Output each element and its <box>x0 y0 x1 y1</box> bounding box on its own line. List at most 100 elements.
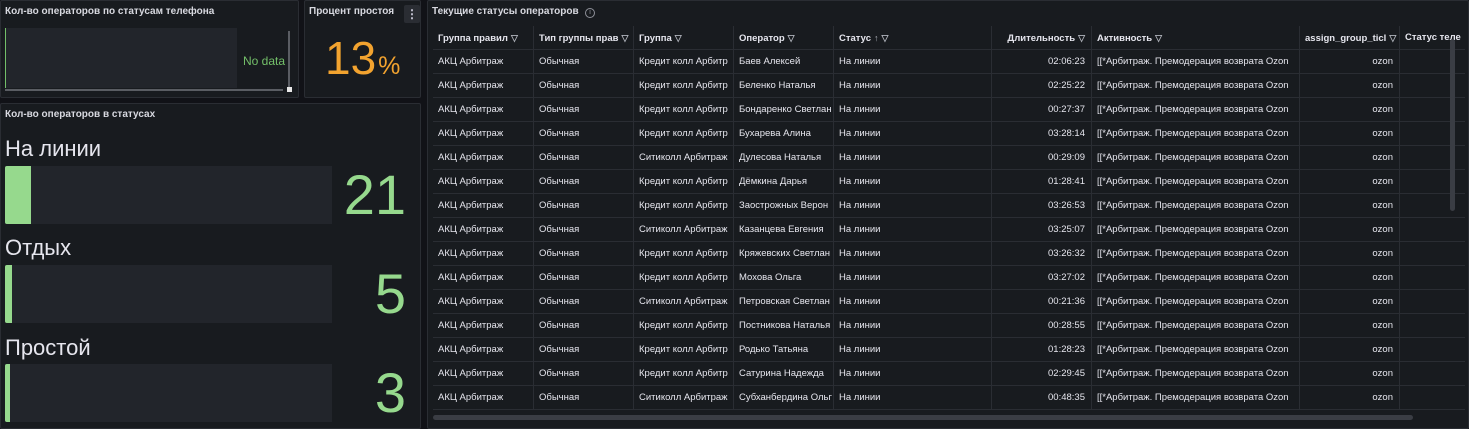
status-count-idle: 3 <box>374 361 406 424</box>
table-cell: Обычная <box>533 242 633 266</box>
table-cell: Обычная <box>533 146 633 170</box>
table-row[interactable]: АКЦ Арбитраж Обычная Ситиколл Арбитраж Петр… <box>433 290 1465 314</box>
column-header-label: Активность <box>1097 33 1153 44</box>
table-cell: АКЦ Арбитраж <box>438 176 504 187</box>
bar-fill <box>5 166 32 224</box>
column-header[interactable]: assign_group_ticl ▽ <box>1299 26 1399 50</box>
table-cell: 02:25:22 <box>991 74 1091 98</box>
table-row[interactable]: АКЦ Арбитраж Обычная Кредит колл Арбитр Кря… <box>433 242 1465 266</box>
table-cell: Обычная <box>533 194 633 218</box>
table-cell: Обычная <box>533 98 633 122</box>
table-cell: Обычная <box>533 122 633 146</box>
table-cell: АКЦ Арбитраж <box>438 392 504 403</box>
table-cell: Кредит колл Арбитр <box>633 242 733 266</box>
table-cell: Ситиколл Арбитраж <box>633 386 733 410</box>
table-row[interactable]: АКЦ Арбитраж Обычная Кредит колл Арбитр Бае… <box>433 50 1465 74</box>
table-cell: АКЦ Арбитраж <box>438 272 504 283</box>
table-cell: Ситиколл Арбитраж <box>633 218 733 242</box>
table-row[interactable]: АКЦ Арбитраж Обычная Ситиколл Арбитраж Каза… <box>433 218 1465 242</box>
table-cell: 00:21:36 <box>991 290 1091 314</box>
table-cell: ozon <box>1299 194 1399 218</box>
table-cell: ozon <box>1299 50 1399 74</box>
table-cell: Обычная <box>533 338 633 362</box>
status-label-idle: Простой <box>5 335 91 360</box>
filter-icon[interactable]: ▽ <box>675 26 682 50</box>
table-cell: Дулесова Наталья <box>733 146 833 170</box>
table-cell: ozon <box>1299 242 1399 266</box>
filter-icon[interactable]: ▽ <box>1078 26 1085 50</box>
table-cell: Кредит колл Арбитр <box>633 314 733 338</box>
table-row[interactable]: АКЦ Арбитраж Обычная Кредит колл Арбитр Сат… <box>433 362 1465 386</box>
table-row[interactable]: АКЦ Арбитраж Обычная Кредит колл Арбитр Дём… <box>433 170 1465 194</box>
table-cell: Обычная <box>533 362 633 386</box>
table-row[interactable]: АКЦ Арбитраж Обычная Кредит колл Арбитр Бух… <box>433 122 1465 146</box>
table-cell: АКЦ Арбитраж <box>438 56 504 67</box>
column-header[interactable]: Тип группы прав ▽ <box>533 26 633 50</box>
table-cell <box>1399 290 1465 314</box>
table-cell: Сатурина Надежда <box>733 362 833 386</box>
bar-fill <box>5 364 10 422</box>
table-cell: [[*Арбитраж. Премодерация возврата Ozon <box>1091 122 1299 146</box>
table-cell: Заострожных Верон <box>733 194 833 218</box>
table-cell: ozon <box>1299 386 1399 410</box>
filter-icon[interactable]: ▽ <box>1389 26 1396 50</box>
table-cell: На линии <box>833 98 991 122</box>
table-row[interactable]: АКЦ Арбитраж Обычная Ситиколл Арбитраж Субх… <box>433 386 1465 410</box>
filter-icon[interactable]: ▽ <box>1155 26 1162 50</box>
column-header[interactable]: Активность ▽ <box>1091 26 1299 50</box>
column-header[interactable]: Группа правил ▽ <box>433 26 533 50</box>
table-row[interactable]: АКЦ Арбитраж Обычная Кредит колл Арбитр Зао… <box>433 194 1465 218</box>
table-cell: Обычная <box>533 218 633 242</box>
horizontal-scrollbar[interactable] <box>433 415 1413 420</box>
table-cell: [[*Арбитраж. Премодерация возврата Ozon <box>1091 290 1299 314</box>
table-cell: На линии <box>833 194 991 218</box>
idle-percent-panel: Процент простоя ⋮ 13% <box>304 0 421 98</box>
table-row[interactable]: АКЦ Арбитраж Обычная Кредит колл Арбитр Пос… <box>433 314 1465 338</box>
panel-title: Процент простоя <box>309 6 395 17</box>
table-cell <box>1399 386 1465 410</box>
filter-icon[interactable]: ▽ <box>511 26 518 50</box>
status-count-online: 21 <box>343 163 406 226</box>
table-row[interactable]: АКЦ Арбитраж Обычная Кредит колл Арбитр Бон… <box>433 98 1465 122</box>
filter-icon[interactable]: ▽ <box>621 26 628 50</box>
table-cell: Кредит колл Арбитр <box>633 98 733 122</box>
status-label-online: На линии <box>5 136 102 161</box>
table-cell: Кредит колл Арбитр <box>633 122 733 146</box>
table-cell: Обычная <box>533 50 633 74</box>
table-cell: [[*Арбитраж. Премодерация возврата Ozon <box>1091 146 1299 170</box>
table-cell: АКЦ Арбитраж <box>438 320 504 331</box>
table-cell: ozon <box>1299 170 1399 194</box>
table-cell: АКЦ Арбитраж <box>438 248 504 259</box>
table-cell <box>1399 362 1465 386</box>
table-cell: [[*Арбитраж. Премодерация возврата Ozon <box>1091 242 1299 266</box>
operator-table: Группа правил ▽ Тип группы прав ▽ Группа ▽ Опе… <box>433 26 1465 420</box>
horizontal-scrollbar[interactable] <box>5 89 283 91</box>
sort-asc-icon[interactable]: ↑ <box>874 26 879 50</box>
table-cell <box>1399 146 1465 170</box>
table-row[interactable]: АКЦ Арбитраж Обычная Кредит колл Арбитр Бел… <box>433 74 1465 98</box>
table-row[interactable]: АКЦ Арбитраж Обычная Ситиколл Арбитраж Дуле… <box>433 146 1465 170</box>
column-header[interactable]: Статус ↑ ▽ <box>833 26 991 50</box>
table-row[interactable]: АКЦ Арбитраж Обычная Кредит колл Арбитр Род… <box>433 338 1465 362</box>
vertical-scrollbar[interactable] <box>1450 39 1455 211</box>
vertical-scrollbar[interactable] <box>288 31 290 89</box>
column-header[interactable]: Статус теле <box>1399 26 1465 50</box>
bar-gauge-online <box>5 166 332 224</box>
chart-area <box>5 28 237 88</box>
column-header[interactable]: Длительность ▽ <box>991 26 1091 50</box>
column-header[interactable]: Оператор ▽ <box>733 26 833 50</box>
table-row[interactable]: АКЦ Арбитраж Обычная Кредит колл Арбитр Мох… <box>433 266 1465 290</box>
column-header[interactable]: Группа ▽ <box>633 26 733 50</box>
table-cell: 03:26:53 <box>991 194 1091 218</box>
filter-icon[interactable]: ▽ <box>882 26 889 50</box>
info-icon[interactable]: i <box>585 8 595 18</box>
resize-handle[interactable] <box>287 87 292 92</box>
table-cell: Обычная <box>533 314 633 338</box>
table-cell: 00:27:37 <box>991 98 1091 122</box>
table-cell: 00:29:09 <box>991 146 1091 170</box>
table-cell <box>1399 74 1465 98</box>
filter-icon[interactable]: ▽ <box>788 26 795 50</box>
table-header: Группа правил ▽ Тип группы прав ▽ Группа ▽ Опе… <box>433 26 1465 50</box>
kebab-icon[interactable]: ⋮ <box>404 5 420 23</box>
table-cell <box>1399 98 1465 122</box>
